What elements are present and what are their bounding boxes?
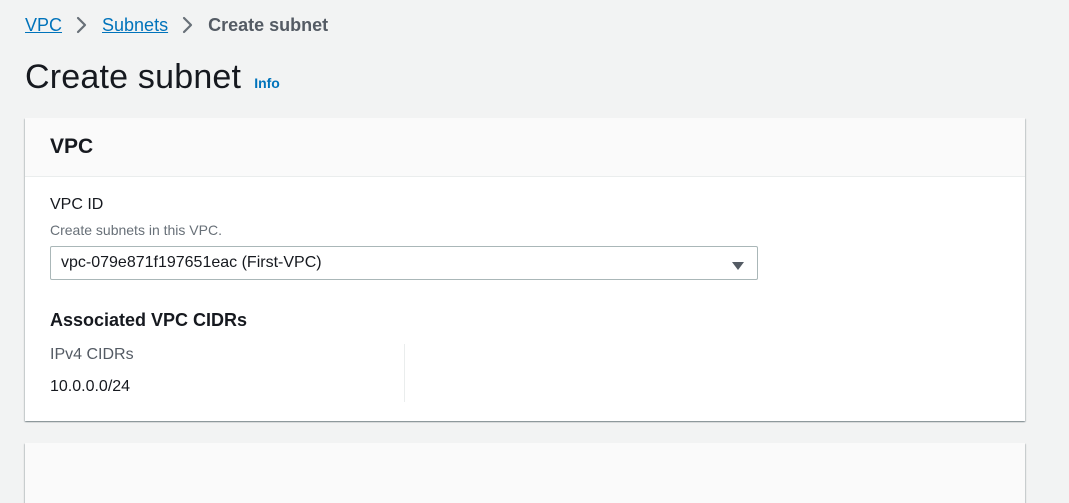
- breadcrumb-current: Create subnet: [208, 15, 329, 35]
- page-title: Create subnet: [25, 58, 242, 96]
- next-panel: [25, 443, 1025, 503]
- breadcrumb-link-subnets[interactable]: Subnets: [102, 14, 168, 36]
- associated-cidrs-heading: Associated VPC CIDRs: [50, 310, 248, 330]
- vpc-id-select[interactable]: vpc-079e871f197651eac (First-VPC): [50, 246, 758, 280]
- vpc-id-label: VPC ID: [50, 196, 104, 213]
- vpc-id-selected-value: vpc-079e871f197651eac (First-VPC): [61, 254, 322, 271]
- column-divider: [404, 344, 405, 402]
- page-header: Create subnet Info: [25, 58, 280, 97]
- chevron-right-icon: [174, 14, 202, 36]
- vpc-panel-title: VPC: [50, 135, 94, 158]
- ipv4-cidrs-value: 10.0.0.0/24: [50, 378, 131, 395]
- vpc-panel: VPC VPC ID Create subnets in this VPC. v…: [25, 118, 1025, 421]
- ipv4-cidrs-label: IPv4 CIDRs: [50, 346, 134, 363]
- breadcrumb: VPC Subnets Create subnet: [25, 14, 328, 36]
- caret-down-icon: [731, 258, 745, 270]
- vpc-panel-header: VPC: [25, 118, 1025, 177]
- chevron-right-icon: [68, 14, 96, 36]
- vpc-id-description: Create subnets in this VPC.: [50, 222, 222, 238]
- breadcrumb-link-vpc[interactable]: VPC: [25, 14, 62, 36]
- info-link[interactable]: Info: [254, 75, 280, 91]
- next-panel-header: [25, 443, 1025, 503]
